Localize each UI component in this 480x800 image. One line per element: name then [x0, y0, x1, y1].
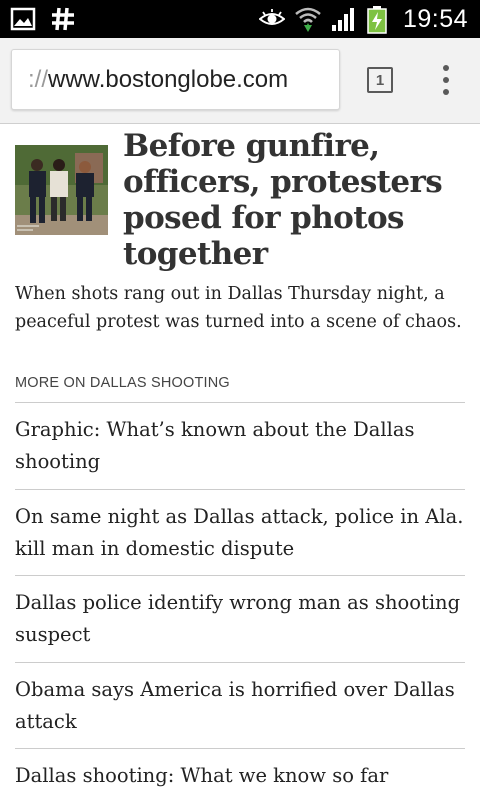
article-summary: When shots rang out in Dallas Thursday n… [15, 284, 462, 332]
hashtag-icon [50, 6, 76, 32]
wifi-icon [295, 6, 321, 32]
tab-switcher-button[interactable]: 1 [367, 67, 393, 93]
related-list: Graphic: What’s known about the Dallas s… [15, 402, 465, 800]
related-link[interactable]: Graphic: What’s known about the Dallas s… [15, 402, 465, 489]
related-link[interactable]: Dallas police identify wrong man as shoo… [15, 575, 465, 662]
signal-icon [331, 6, 357, 32]
tab-count: 1 [375, 71, 385, 89]
overflow-menu-icon[interactable] [436, 65, 456, 95]
browser-toolbar: ://www.bostonglobe.com 1 [0, 38, 480, 124]
related-section-label: MORE ON DALLAS SHOOTING [15, 375, 230, 391]
status-bar: 19:54 [0, 0, 480, 38]
related-link[interactable]: Dallas shooting: What we know so far [15, 748, 465, 800]
news-photo[interactable] [15, 145, 108, 235]
related-link[interactable]: Obama says America is horrified over Dal… [15, 661, 465, 749]
eye-icon [258, 6, 286, 32]
clock: 19:54 [402, 4, 468, 33]
related-link[interactable]: On same night as Dallas attack, police i… [15, 488, 465, 576]
article-title[interactable]: Before gunfire, officers, protesters pos… [123, 128, 468, 272]
url-host: www.bostonglobe.com [48, 65, 289, 93]
address-bar[interactable]: ://www.bostonglobe.com [11, 49, 340, 110]
image-icon [10, 6, 36, 32]
url-scheme: :// [28, 65, 49, 93]
battery-charging-icon [367, 6, 393, 34]
